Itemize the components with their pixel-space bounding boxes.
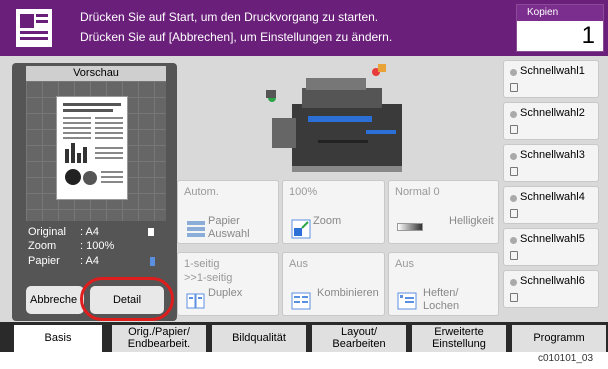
- zoom-button[interactable]: 100% Zoom: [282, 180, 385, 244]
- figure-code: c010101_03: [538, 353, 594, 364]
- function-icon: [510, 251, 518, 260]
- indicator-icon: [510, 69, 517, 76]
- tab-advanced-settings-label: Erweiterte Einstellung: [432, 326, 486, 350]
- function-icon: [510, 167, 518, 176]
- indicator-icon: [510, 195, 517, 202]
- quick-button-label: Schnellwahl1: [520, 65, 585, 77]
- paper-info: Papier : A4: [28, 255, 99, 267]
- quick-button-label: Schnellwahl2: [520, 107, 585, 119]
- combine-icon: [291, 292, 311, 310]
- quick-button-1[interactable]: Schnellwahl1: [503, 60, 599, 98]
- function-icon: [510, 83, 518, 92]
- paper-selection-label: Papier Auswahl: [208, 215, 250, 240]
- tab-layout-edit[interactable]: Layout/ Bearbeiten: [312, 325, 406, 352]
- zoom-label: Zoom: [28, 240, 57, 252]
- staple-punch-button[interactable]: Aus Heften/ Lochen: [388, 252, 499, 316]
- original-label: Original: [28, 226, 66, 238]
- brightness-label: Helligkeit: [449, 215, 494, 227]
- quick-button-6[interactable]: Schnellwahl6: [503, 270, 599, 308]
- tab-layout-edit-label: Layout/ Bearbeiten: [332, 326, 386, 350]
- preview-page-thumbnail[interactable]: [56, 96, 128, 200]
- quick-button-4[interactable]: Schnellwahl4: [503, 186, 599, 224]
- function-icon: [510, 293, 518, 302]
- brightness-icon: [397, 223, 423, 231]
- detail-button[interactable]: Detail: [90, 286, 164, 314]
- tab-advanced-settings[interactable]: Erweiterte Einstellung: [412, 325, 506, 352]
- combine-label: Kombinieren: [317, 287, 379, 299]
- duplex-value: 1-seitig >>1-seitig: [184, 258, 233, 284]
- paper-label: Papier: [28, 255, 60, 267]
- copies-label: Kopien: [517, 5, 603, 21]
- indicator-icon: [510, 111, 517, 118]
- indicator-icon: [510, 279, 517, 286]
- printer-machine-icon: [266, 64, 402, 172]
- tab-program[interactable]: Programm: [512, 325, 606, 352]
- original-value: : A4: [80, 226, 99, 238]
- tab-original-paper[interactable]: Orig./Papier/ Endbearbeit.: [112, 325, 206, 352]
- status-message-line1: Drücken Sie auf Start, um den Druckvorga…: [80, 10, 379, 24]
- tab-image-quality[interactable]: Bildqualität: [212, 325, 306, 352]
- paper-select-icon: [187, 221, 205, 237]
- duplex-label: Duplex: [208, 287, 243, 299]
- function-icon: [510, 209, 518, 218]
- brightness-value: Normal 0: [395, 186, 440, 198]
- quick-button-5[interactable]: Schnellwahl5: [503, 228, 599, 266]
- tab-original-paper-label: Orig./Papier/ Endbearbeit.: [127, 326, 191, 350]
- quick-button-label: Schnellwahl5: [520, 233, 585, 245]
- brightness-button[interactable]: Normal 0 Helligkeit: [388, 180, 499, 244]
- function-icon: [510, 125, 518, 134]
- duplex-icon: [186, 293, 205, 309]
- original-info: Original : A4: [28, 226, 99, 238]
- combine-value: Aus: [289, 258, 308, 270]
- paper-value: : A4: [80, 255, 99, 267]
- job-icon: [16, 9, 52, 47]
- zoom-button-label: Zoom: [313, 215, 342, 227]
- tab-basis[interactable]: Basis: [14, 325, 102, 352]
- combine-button[interactable]: Aus Kombinieren: [282, 252, 385, 316]
- preview-title: Vorschau: [26, 66, 166, 81]
- quick-button-label: Schnellwahl3: [520, 149, 585, 161]
- staple-punch-label: Heften/ Lochen: [423, 287, 460, 312]
- indicator-icon: [510, 153, 517, 160]
- zoom-value: : 100%: [80, 240, 115, 252]
- zoom-button-value: 100%: [289, 186, 318, 198]
- quick-button-label: Schnellwahl6: [520, 275, 585, 287]
- duplex-button[interactable]: 1-seitig >>1-seitig Duplex: [177, 252, 279, 316]
- quick-button-2[interactable]: Schnellwahl2: [503, 102, 599, 140]
- paper-selection-value: Autom.: [184, 186, 219, 198]
- indicator-icon: [510, 237, 517, 244]
- zoom-info: Zoom : 100%: [28, 240, 114, 252]
- cancel-button[interactable]: Abbreche: [26, 286, 84, 314]
- staple-punch-icon: [397, 292, 417, 310]
- original-orientation-icon: [148, 228, 154, 236]
- copies-value: 1: [581, 22, 595, 49]
- quick-button-3[interactable]: Schnellwahl3: [503, 144, 599, 182]
- quick-button-label: Schnellwahl4: [520, 191, 585, 203]
- copies-field[interactable]: Kopien 1: [516, 4, 604, 52]
- paper-selection-button[interactable]: Autom. Papier Auswahl: [177, 180, 279, 244]
- status-message-line2: Drücken Sie auf [Abbrechen], um Einstell…: [80, 30, 393, 44]
- zoom-icon: [291, 219, 311, 239]
- staple-punch-value: Aus: [395, 258, 414, 270]
- paper-orientation-icon: [150, 257, 155, 266]
